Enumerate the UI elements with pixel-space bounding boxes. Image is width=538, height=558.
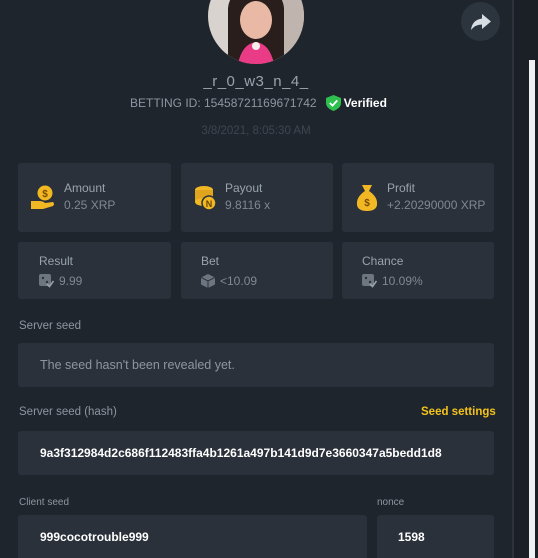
payout-value: 9.8116 x (225, 198, 271, 212)
result-value: 9.99 (59, 274, 83, 288)
share-button[interactable] (461, 2, 500, 41)
chance-value: 10.09% (382, 274, 423, 288)
server-seed-hash-label: Server seed (hash) (19, 406, 117, 418)
avatar (208, 0, 304, 64)
amount-card: $ Amount 0.25 XRP (18, 163, 171, 232)
betting-id-line: BETTING ID: 15458721169671742 Verified (130, 95, 387, 111)
server-seed-label: Server seed (19, 320, 82, 332)
nonce-label: nonce (377, 497, 405, 508)
bet-value-row: <10.09 (201, 274, 257, 288)
bet-card: Bet <10.09 (181, 242, 333, 299)
svg-text:$: $ (364, 198, 370, 209)
payout-card: N Payout 9.8116 x (181, 163, 333, 232)
coin-hand-icon: $ (31, 185, 54, 209)
seed-settings-link[interactable]: Seed settings (421, 406, 496, 418)
server-seed-hash-field[interactable]: 9a3f312984d2c686f112483ffa4b1261a497b141… (18, 431, 494, 475)
payout-label: Payout (225, 181, 263, 195)
server-seed-value: The seed hasn't been revealed yet. (40, 358, 235, 372)
coin-stack-icon: N (195, 186, 217, 211)
svg-text:N: N (206, 199, 213, 209)
share-icon (470, 13, 491, 30)
bet-value: <10.09 (220, 274, 258, 288)
amount-value: 0.25 XRP (64, 198, 116, 212)
svg-text:$: $ (42, 189, 48, 200)
bet-label: Bet (201, 254, 220, 268)
betting-id: BETTING ID: 15458721169671742 (130, 96, 317, 110)
result-card: Result 9.99 (18, 242, 171, 299)
result-value-row: 9.99 (39, 274, 82, 288)
bet-timestamp: 3/8/2021, 8:05:30 AM (201, 125, 311, 137)
nonce-field[interactable]: 1598 (377, 515, 494, 558)
dice-check-icon (362, 274, 377, 288)
client-seed-value: 999cocotrouble999 (40, 529, 149, 544)
cube-icon (201, 274, 215, 288)
profit-value: +2.20290000 XRP (387, 198, 486, 212)
chance-card: Chance 10.09% (342, 242, 494, 299)
dice-check-icon (39, 274, 54, 288)
shield-check-icon (325, 95, 341, 111)
chance-label: Chance (362, 254, 404, 268)
server-seed-hash-value: 9a3f312984d2c686f112483ffa4b1261a497b141… (40, 446, 442, 460)
chance-value-row: 10.09% (362, 274, 423, 288)
verified-badge: Verified (325, 95, 387, 111)
profit-label: Profit (387, 181, 416, 195)
scrollbar[interactable] (529, 60, 535, 558)
username: _r_0_w3_n_4_ (203, 73, 309, 90)
money-bag-icon: $ (356, 185, 378, 211)
client-seed-field[interactable]: 999cocotrouble999 (18, 515, 367, 558)
amount-label: Amount (64, 181, 106, 195)
nonce-value: 1598 (398, 529, 425, 544)
result-label: Result (39, 254, 74, 268)
server-seed-field[interactable]: The seed hasn't been revealed yet. (18, 343, 494, 387)
profit-card: $ Profit +2.20290000 XRP (342, 163, 494, 232)
verified-label: Verified (343, 96, 387, 110)
client-seed-label: Client seed (19, 497, 70, 508)
